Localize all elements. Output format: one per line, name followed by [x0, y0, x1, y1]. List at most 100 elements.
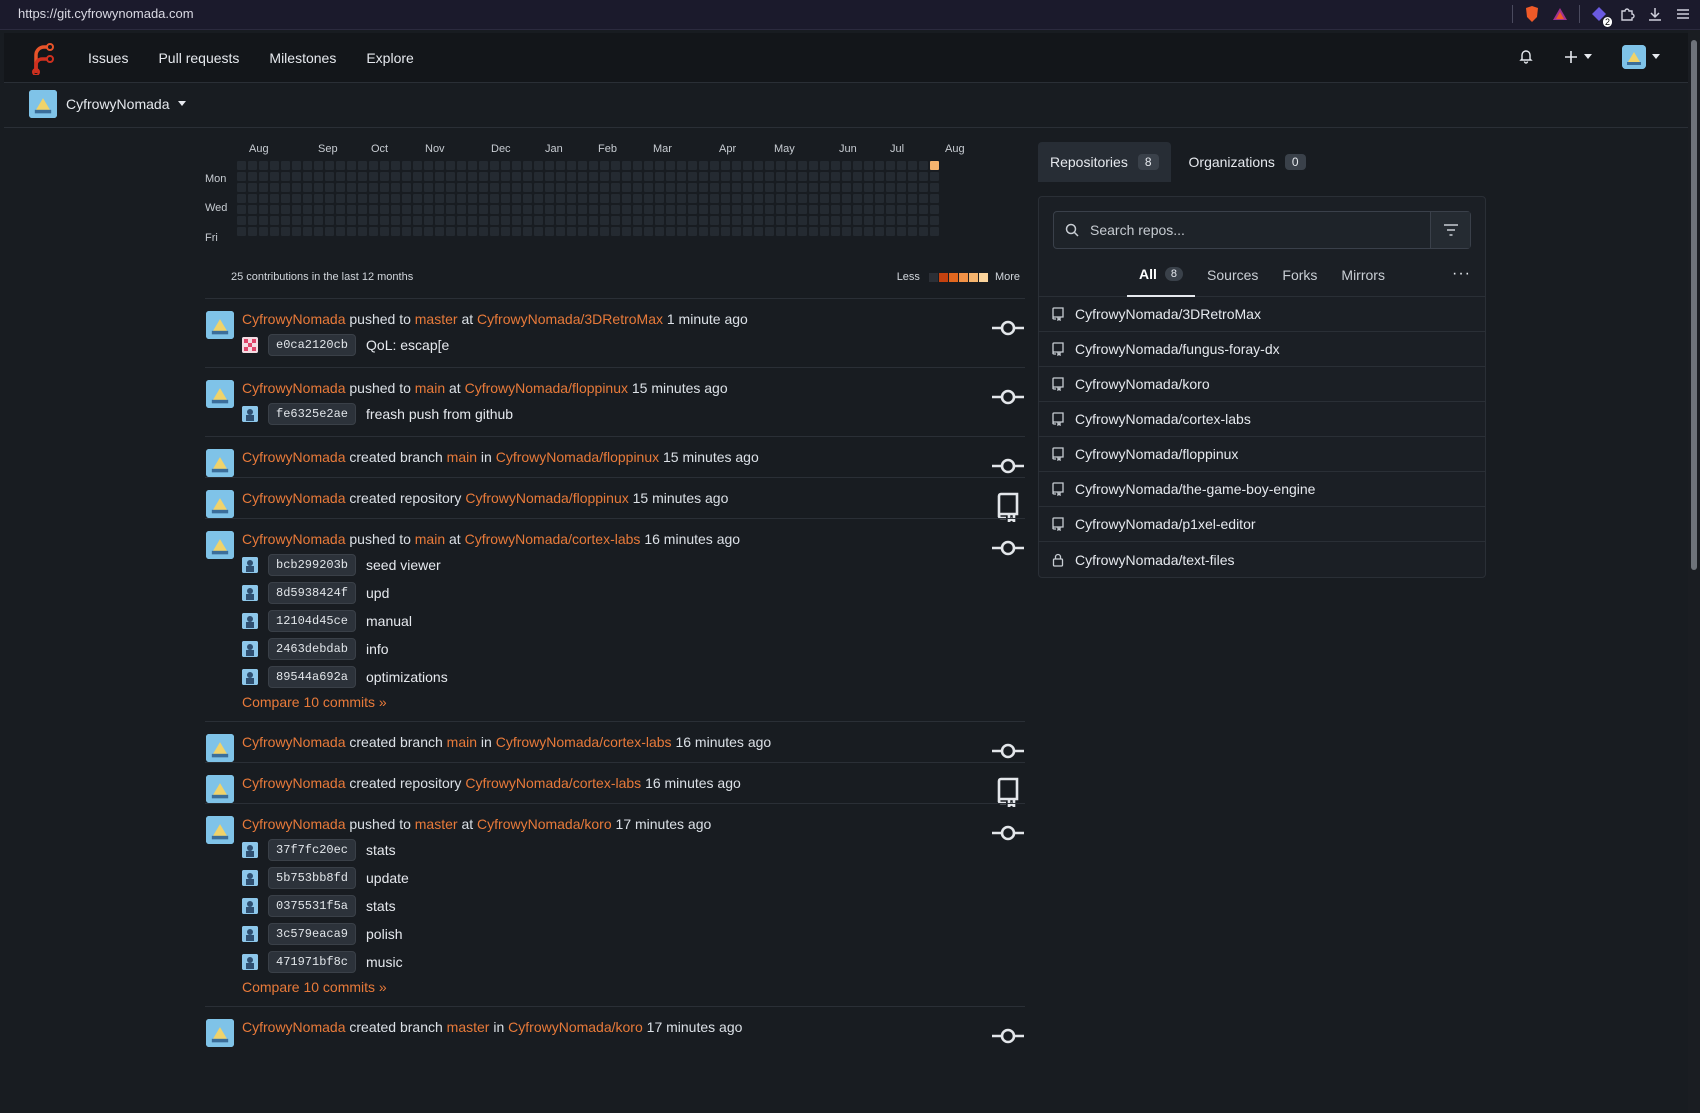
heatmap-cell[interactable] [468, 205, 477, 214]
heatmap-cell[interactable] [831, 205, 840, 214]
heatmap-cell[interactable] [886, 194, 895, 203]
heatmap-cell[interactable] [787, 161, 796, 170]
heatmap-cell[interactable] [732, 161, 741, 170]
heatmap-cell[interactable] [919, 205, 928, 214]
feed-user-link[interactable]: CyfrowyNomada [242, 380, 345, 396]
heatmap-cell[interactable] [897, 161, 906, 170]
commit-sha-link[interactable]: 0375531f5a [268, 895, 357, 917]
heatmap-cell[interactable] [864, 161, 873, 170]
feed-ref-link[interactable]: master [447, 1019, 490, 1035]
heatmap-cell[interactable] [325, 172, 334, 181]
heatmap-cell[interactable] [644, 183, 653, 192]
heatmap-cell[interactable] [424, 216, 433, 225]
heatmap-cell[interactable] [721, 205, 730, 214]
heatmap-cell[interactable] [402, 161, 411, 170]
heatmap-cell[interactable] [391, 161, 400, 170]
heatmap-cell[interactable] [798, 194, 807, 203]
heatmap-cell[interactable] [798, 227, 807, 236]
feed-ref-link[interactable]: main [415, 531, 445, 547]
heatmap-cell[interactable] [589, 183, 598, 192]
heatmap-cell[interactable] [787, 172, 796, 181]
heatmap-cell[interactable] [402, 205, 411, 214]
feed-user-link[interactable]: CyfrowyNomada [242, 531, 345, 547]
heatmap-cell[interactable] [270, 194, 279, 203]
heatmap-cell[interactable] [347, 227, 356, 236]
heatmap-cell[interactable] [369, 205, 378, 214]
heatmap-cell[interactable] [237, 161, 246, 170]
heatmap-cell[interactable] [391, 216, 400, 225]
heatmap-cell[interactable] [897, 227, 906, 236]
heatmap-cell[interactable] [600, 172, 609, 181]
heatmap-cell[interactable] [578, 216, 587, 225]
heatmap-cell[interactable] [545, 205, 554, 214]
heatmap-cell[interactable] [369, 172, 378, 181]
filter-forks[interactable]: Forks [1270, 253, 1329, 297]
heatmap-cell[interactable] [523, 183, 532, 192]
heatmap-cell[interactable] [611, 183, 620, 192]
heatmap-cell[interactable] [523, 227, 532, 236]
nav-milestones[interactable]: Milestones [269, 50, 336, 66]
heatmap-cell[interactable] [655, 227, 664, 236]
heatmap-cell[interactable] [292, 161, 301, 170]
heatmap-cell[interactable] [435, 216, 444, 225]
heatmap-cell[interactable] [875, 227, 884, 236]
heatmap-cell[interactable] [732, 205, 741, 214]
heatmap-cell[interactable] [303, 194, 312, 203]
commit-sha-link[interactable]: 3c579eaca9 [268, 923, 357, 945]
menu-icon[interactable] [1674, 5, 1692, 23]
avatar[interactable] [206, 734, 234, 762]
heatmap-cell[interactable] [699, 205, 708, 214]
heatmap-cell[interactable] [644, 161, 653, 170]
heatmap-cell[interactable] [831, 172, 840, 181]
heatmap-cell[interactable] [721, 227, 730, 236]
heatmap-cell[interactable] [424, 172, 433, 181]
heatmap-cell[interactable] [589, 172, 598, 181]
heatmap-cell[interactable] [809, 172, 818, 181]
heatmap-cell[interactable] [578, 194, 587, 203]
heatmap-cell[interactable] [281, 194, 290, 203]
heatmap-cell[interactable] [919, 216, 928, 225]
heatmap-cell[interactable] [358, 183, 367, 192]
heatmap-cell[interactable] [765, 194, 774, 203]
heatmap-cell[interactable] [325, 194, 334, 203]
brave-rewards-icon[interactable] [1551, 5, 1569, 23]
heatmap-cell[interactable] [545, 183, 554, 192]
nav-explore[interactable]: Explore [366, 50, 413, 66]
heatmap-cell[interactable] [567, 216, 576, 225]
heatmap-cell[interactable] [908, 194, 917, 203]
heatmap-cell[interactable] [512, 205, 521, 214]
heatmap-cell[interactable] [754, 161, 763, 170]
heatmap-cell[interactable] [534, 227, 543, 236]
heatmap-cell[interactable] [578, 183, 587, 192]
heatmap-cell[interactable] [611, 227, 620, 236]
heatmap-cell[interactable] [457, 194, 466, 203]
heatmap-cell[interactable] [820, 227, 829, 236]
heatmap-cell[interactable] [325, 227, 334, 236]
heatmap-cell[interactable] [402, 216, 411, 225]
heatmap-cell[interactable] [600, 183, 609, 192]
heatmap-cell[interactable] [567, 194, 576, 203]
heatmap-cell[interactable] [512, 216, 521, 225]
heatmap-cell[interactable] [611, 194, 620, 203]
heatmap-cell[interactable] [633, 172, 642, 181]
heatmap-cell[interactable] [765, 183, 774, 192]
heatmap-cell[interactable] [281, 172, 290, 181]
feed-repo-link[interactable]: CyfrowyNomada/koro [477, 816, 612, 832]
heatmap-cell[interactable] [303, 227, 312, 236]
heatmap-cell[interactable] [842, 194, 851, 203]
heatmap-cell[interactable] [721, 161, 730, 170]
nav-pull-requests[interactable]: Pull requests [158, 50, 239, 66]
heatmap-cell[interactable] [633, 216, 642, 225]
heatmap-cell[interactable] [523, 161, 532, 170]
heatmap-cell[interactable] [567, 227, 576, 236]
heatmap-cell[interactable] [545, 161, 554, 170]
heatmap-cell[interactable] [666, 172, 675, 181]
heatmap-cell[interactable] [501, 183, 510, 192]
heatmap-cell[interactable] [380, 183, 389, 192]
heatmap-cell[interactable] [919, 161, 928, 170]
heatmap-cell[interactable] [809, 227, 818, 236]
heatmap-cell[interactable] [699, 216, 708, 225]
heatmap-cell[interactable] [710, 172, 719, 181]
heatmap-cell[interactable] [919, 172, 928, 181]
heatmap-cell[interactable] [699, 172, 708, 181]
